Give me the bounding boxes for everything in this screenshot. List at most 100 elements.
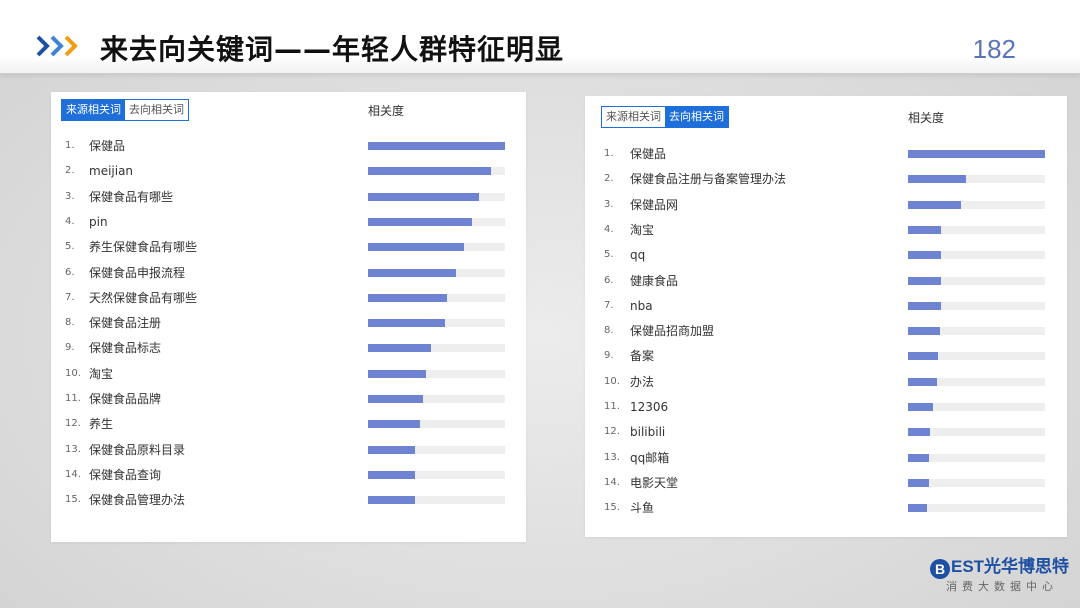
relevance-bar-track [908,352,1045,361]
relevance-bar-track [908,175,1045,184]
keyword-label: 斗鱼 [630,501,655,516]
keyword-row: 1. 保健品 [585,144,1067,164]
relevance-bar [368,243,464,252]
keyword-row: 15. 保健食品管理办法 [51,490,526,510]
keyword-row: 13. 保健食品原料目录 [51,440,526,460]
relevance-bar-track [908,453,1045,462]
keyword-label: 保健品 [630,147,667,161]
relevance-bar [908,251,941,260]
relevance-bar-track [368,319,505,328]
relevance-bar-track [368,420,505,429]
keyword-label: 保健品 [89,139,126,153]
chevron-arrows-icon [36,35,78,57]
keyword-row: 13. qq邮箱 [585,448,1067,468]
relevance-bar-track [368,293,505,302]
keyword-label: pin [89,214,108,229]
keyword-row: 6. 健康食品 [585,271,1067,291]
keyword-row: 12. 养生 [51,414,526,434]
logo-main-text: EST光华博思特 [951,557,1070,576]
tab-source-keywords[interactable]: 来源相关词 [602,107,665,127]
relevance-bar [908,352,939,361]
keyword-label: bilibili [630,425,666,440]
keyword-row: 11. 12306 [585,397,1067,417]
relevance-bar [368,192,479,201]
keyword-row: 8. 保健品招商加盟 [585,321,1067,341]
relevance-bar-track [908,377,1045,386]
relevance-bar [908,403,933,411]
tab-destination-keywords[interactable]: 去向相关词 [665,107,728,127]
keyword-row: 3. 保健品网 [585,195,1067,215]
relevance-bar [368,470,415,479]
relevance-bar [908,301,941,310]
relevance-bar-track [908,150,1045,158]
keyword-row: 7. 天然保健食品有哪些 [51,288,526,308]
relevance-column-header: 相关度 [368,104,405,118]
keyword-row: 1. 保健品 [51,136,526,156]
keyword-label: 天然保健食品有哪些 [89,290,198,305]
keyword-tab-group: 来源相关词 去向相关词 [601,106,729,128]
keyword-row: 2. meijian [51,161,526,181]
relevance-bar-track [908,504,1045,513]
keyword-label: 养生保健食品有哪些 [89,240,198,255]
relevance-bar-track [908,301,1045,310]
relevance-bar-track [368,167,505,176]
keyword-label: 养生 [89,417,114,432]
keyword-row: 14. 电影天堂 [585,473,1067,493]
keyword-label: 保健品网 [630,197,679,212]
keyword-row: 3. 保健食品有哪些 [51,187,526,207]
keyword-label: 保健食品注册 [89,316,162,331]
source-keywords-panel: 来源相关词 去向相关词 相关度 1. 保健品 2. meijian 3. 保健食品有哪些 4… [51,92,526,542]
keyword-label: 保健食品查询 [89,467,162,482]
relevance-bar-track [368,470,505,479]
relevance-bar [908,478,929,487]
keyword-row: 15. 斗鱼 [585,498,1067,518]
relevance-bar [368,293,448,302]
relevance-bar-track [368,192,505,201]
keyword-label: 保健食品管理办法 [89,493,186,508]
relevance-bar-track [908,478,1045,487]
relevance-bar-track [368,142,505,150]
logo-subtitle: 消费大数据中心 [946,580,1058,593]
keyword-label: qq邮箱 [630,450,670,465]
keyword-label: 电影天堂 [630,475,679,490]
keyword-row: 2. 保健食品注册与备案管理办法 [585,169,1067,189]
keyword-label: 保健食品申报流程 [89,265,186,280]
relevance-bar [908,453,929,462]
relevance-bar [368,395,423,403]
relevance-bar-track [368,395,505,403]
relevance-bar [908,327,940,336]
relevance-bar-track [908,225,1045,234]
relevance-bar [908,428,930,437]
tab-destination-keywords[interactable]: 去向相关词 [125,100,188,120]
keyword-row: 4. pin [51,212,526,232]
destination-keywords-panel: 来源相关词 去向相关词 相关度 1. 保健品 2. 保健食品注册与备案管理办法 3. 保健… [585,96,1067,537]
relevance-bar [908,276,941,285]
relevance-bar [368,319,445,328]
relevance-bar [368,167,492,176]
relevance-bar-track [368,344,505,353]
keyword-row: 8. 保健食品注册 [51,313,526,333]
relevance-bar-track [908,200,1045,209]
keyword-label: 保健品招商加盟 [630,324,715,339]
relevance-bar [368,496,415,505]
keyword-label: nba [630,298,653,313]
company-logo: B EST光华博思特 消费大数据中心 [930,552,1069,596]
keyword-label: 保健食品品牌 [89,392,162,406]
relevance-bar-track [908,327,1045,336]
relevance-bar [368,268,456,277]
keyword-label: meijian [89,164,134,179]
keyword-label: 保健食品有哪些 [89,189,174,204]
relevance-bar-track [908,403,1045,411]
keyword-row: 14. 保健食品查询 [51,465,526,485]
logo-b-badge: B [930,559,950,579]
relevance-bar-track [368,445,505,454]
relevance-bar [908,225,941,234]
relevance-bar-track [368,243,505,252]
keyword-row: 9. 备案 [585,346,1067,366]
keyword-row: 11. 保健食品品牌 [51,389,526,409]
tab-source-keywords[interactable]: 来源相关词 [62,100,125,120]
keyword-label: 保健食品标志 [89,341,162,356]
relevance-bar [368,420,421,429]
relevance-bar [368,445,415,454]
relevance-bar-track [368,217,505,226]
